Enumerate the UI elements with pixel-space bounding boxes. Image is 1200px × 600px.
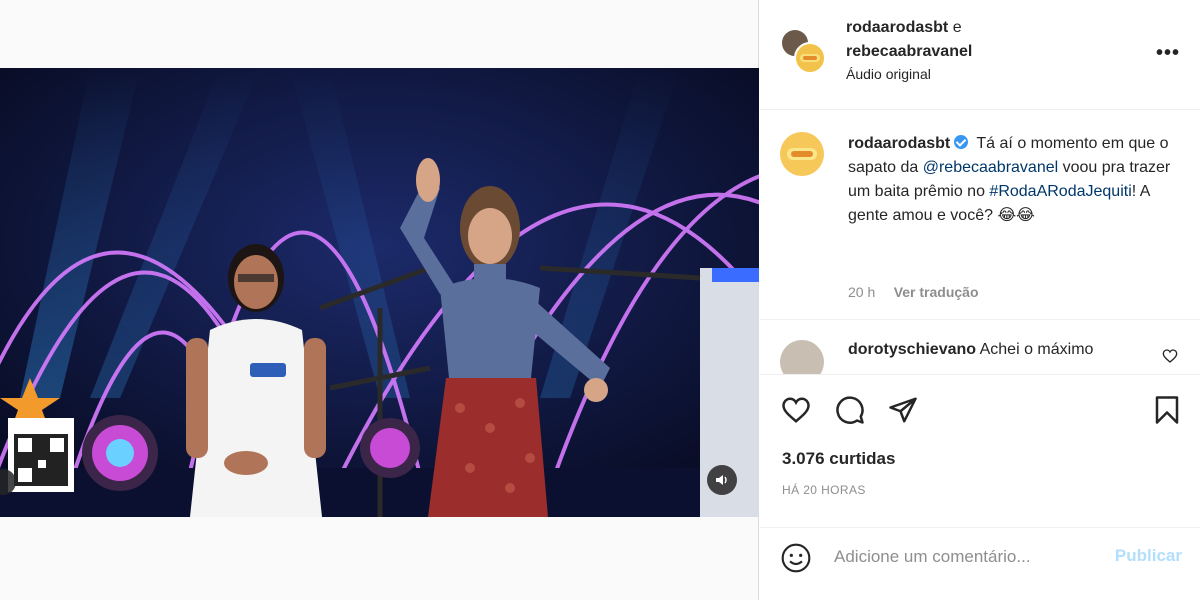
avatar[interactable] <box>780 340 824 374</box>
caption: rodaarodasbt Tá aí o momento em que o sa… <box>760 110 1200 320</box>
comment-row: dorotyschievano Achei o máximo <box>780 340 1190 374</box>
speaker-icon <box>716 475 727 485</box>
username-link[interactable]: rodaarodasbt <box>846 19 948 36</box>
mention-link[interactable]: @rebecaabravanel <box>923 159 1058 176</box>
post-header: rodaarodasbt e rebecaabravanel Áudio ori… <box>760 0 1200 110</box>
add-comment-bar: Publicar <box>760 528 1200 588</box>
verified-badge-icon <box>954 135 969 149</box>
collab-usernames: rodaarodasbt e rebecaabravanel <box>846 16 972 64</box>
conjunction: e <box>952 19 962 36</box>
brand-logo-icon <box>800 54 820 62</box>
comment-body: Achei o máximo <box>979 341 1094 358</box>
likes-count[interactable]: 3.076 curtidas <box>782 449 895 469</box>
heart-icon[interactable] <box>1162 348 1178 364</box>
username-link[interactable]: rebecaabravanel <box>846 40 972 64</box>
username-link[interactable]: rodaarodasbt <box>848 135 950 152</box>
more-options-button[interactable]: ••• <box>1156 42 1180 65</box>
mute-button[interactable] <box>707 465 737 495</box>
username-link[interactable]: dorotyschievano <box>848 341 976 358</box>
post-timestamp[interactable]: HÁ 20 HORAS <box>782 483 866 497</box>
like-heart-icon[interactable] <box>780 395 812 425</box>
media-column <box>0 0 759 600</box>
share-icon[interactable] <box>888 395 918 425</box>
post-video[interactable] <box>0 68 759 517</box>
emoji-icon[interactable] <box>780 542 812 574</box>
caption-time: 20 h <box>848 284 876 300</box>
avatar <box>794 42 826 74</box>
comment-text: dorotyschievano Achei o máximo <box>848 340 1093 360</box>
video-frame-image <box>0 68 759 517</box>
collab-avatars[interactable] <box>780 28 826 74</box>
brand-logo-icon <box>787 148 817 160</box>
comment-input[interactable] <box>834 544 1104 570</box>
avatar[interactable] <box>780 132 824 176</box>
publish-button[interactable]: Publicar <box>1115 546 1182 566</box>
audio-label[interactable]: Áudio original <box>846 66 931 82</box>
comment-icon[interactable] <box>834 395 866 425</box>
caption-text: rodaarodasbt Tá aí o momento em que o sa… <box>848 132 1178 228</box>
caption-meta: 20 h Ver tradução <box>848 284 979 302</box>
bookmark-icon[interactable] <box>1154 395 1180 425</box>
actions-section: 3.076 curtidas HÁ 20 HORAS <box>760 374 1200 528</box>
post-panel: rodaarodasbt e rebecaabravanel Áudio ori… <box>760 0 1200 600</box>
translate-button[interactable]: Ver tradução <box>894 284 979 300</box>
hashtag-link[interactable]: #RodaARodaJequiti <box>989 183 1131 200</box>
